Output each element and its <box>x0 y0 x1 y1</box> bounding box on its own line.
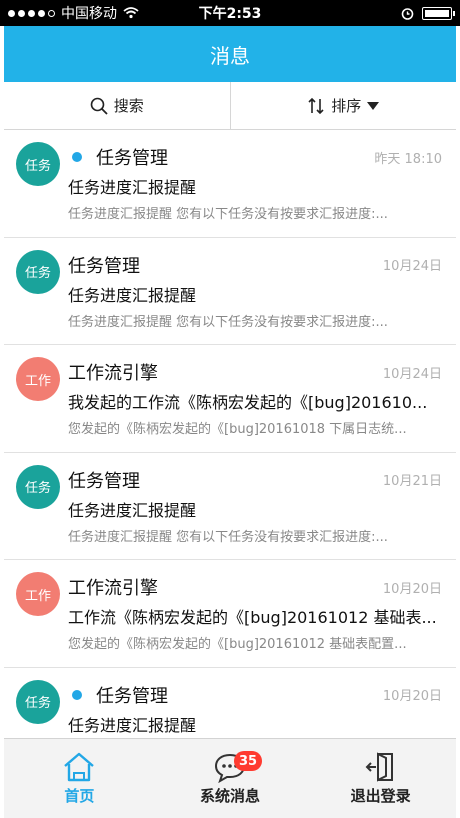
logout-icon <box>365 752 393 782</box>
message-time: 10月20日 <box>382 581 442 597</box>
unread-dot-icon <box>72 152 82 162</box>
avatar: 任务 <box>16 679 60 724</box>
message-item[interactable]: 工作 工作流引擎 10月20日 工作流《陈柄宏发起的《[bug]20161012… <box>4 560 456 668</box>
sort-icon <box>308 97 324 114</box>
sort-label: 排序 <box>331 97 362 115</box>
unread-count-badge: 35 <box>234 751 263 771</box>
message-subject: 我发起的工作流《陈柄宏发起的《[bug]201610... <box>68 393 428 412</box>
message-time: 10月21日 <box>382 474 442 489</box>
message-time: 10月20日 <box>382 689 442 704</box>
message-item[interactable]: 工作 工作流引擎 10月24日 我发起的工作流《陈柄宏发起的《[bug]2016… <box>4 345 456 453</box>
avatar: 工作 <box>16 357 60 401</box>
message-preview: 任务进度汇报提醒 您有以下任务没有按要求汇报进度:... <box>68 529 388 545</box>
message-time: 昨天 18:10 <box>374 151 442 167</box>
message-preview: 您发起的《陈柄宏发起的《[bug]20161018 下属日志统... <box>68 422 407 437</box>
message-preview: 任务进度汇报提醒 您有以下任务没有按要求汇报进度:... <box>68 314 388 330</box>
message-title: 任务管理 <box>68 470 140 492</box>
home-icon <box>64 752 95 782</box>
status-bar: 中国移动 下午2:53 <box>0 0 460 26</box>
tab-home[interactable]: 首页 <box>4 739 155 818</box>
tab-system-messages-label: 系统消息 <box>200 787 261 805</box>
message-subject: 工作流《陈柄宏发起的《[bug]20161012 基础表... <box>68 608 437 627</box>
signal-icon <box>8 9 55 17</box>
alarm-icon <box>401 7 414 20</box>
tab-logout-label: 退出登录 <box>350 787 411 805</box>
wifi-icon <box>123 7 139 19</box>
avatar: 任务 <box>16 464 60 509</box>
message-list: 任务 任务管理 昨天 18:10 任务进度汇报提醒 任务进度汇报提醒 您有以下任… <box>4 130 456 738</box>
page-title: 消息 <box>4 26 456 82</box>
carrier-name: 中国移动 <box>61 6 117 22</box>
message-title: 任务管理 <box>68 255 140 277</box>
message-item[interactable]: 任务 任务管理 10月21日 任务进度汇报提醒 任务进度汇报提醒 您有以下任务没… <box>4 453 456 560</box>
search-icon <box>90 97 108 115</box>
tab-system-messages[interactable]: 35 系统消息 <box>155 739 306 818</box>
message-time: 10月24日 <box>382 259 442 274</box>
tab-home-label: 首页 <box>64 787 95 805</box>
message-subject: 任务进度汇报提醒 <box>68 285 197 305</box>
search-button[interactable]: 搜索 <box>4 82 230 129</box>
message-preview: 您发起的《陈柄宏发起的《[bug]20161012 基础表配置... <box>68 637 407 652</box>
message-time: 10月24日 <box>382 366 442 382</box>
battery-icon <box>422 6 455 20</box>
message-item[interactable]: 任务 任务管理 昨天 18:10 任务进度汇报提醒 任务进度汇报提醒 您有以下任… <box>4 130 456 238</box>
avatar: 任务 <box>16 249 60 294</box>
search-label: 搜索 <box>113 97 144 115</box>
message-subject: 任务进度汇报提醒 <box>68 178 197 197</box>
message-subject: 任务进度汇报提醒 <box>68 715 197 735</box>
avatar: 工作 <box>16 572 60 616</box>
message-subject: 任务进度汇报提醒 <box>68 500 197 520</box>
message-item[interactable]: 任务 任务管理 10月20日 任务进度汇报提醒 <box>4 668 456 739</box>
unread-dot-icon <box>72 689 82 700</box>
caret-down-icon <box>367 101 380 110</box>
tab-logout[interactable]: 退出登录 <box>305 739 456 818</box>
tab-bar: 首页 35 系统消息 退出登录 <box>4 738 456 818</box>
message-title: 任务管理 <box>96 148 168 169</box>
message-title: 工作流引擎 <box>68 363 158 384</box>
message-title: 任务管理 <box>96 685 168 707</box>
message-preview: 任务进度汇报提醒 您有以下任务没有按要求汇报进度:... <box>68 207 388 222</box>
sort-button[interactable]: 排序 <box>229 82 457 129</box>
message-title: 工作流引擎 <box>68 578 158 599</box>
message-item[interactable]: 任务 任务管理 10月24日 任务进度汇报提醒 任务进度汇报提醒 您有以下任务没… <box>4 238 456 345</box>
toolbar: 搜索 排序 <box>4 82 456 130</box>
avatar: 任务 <box>16 142 60 186</box>
